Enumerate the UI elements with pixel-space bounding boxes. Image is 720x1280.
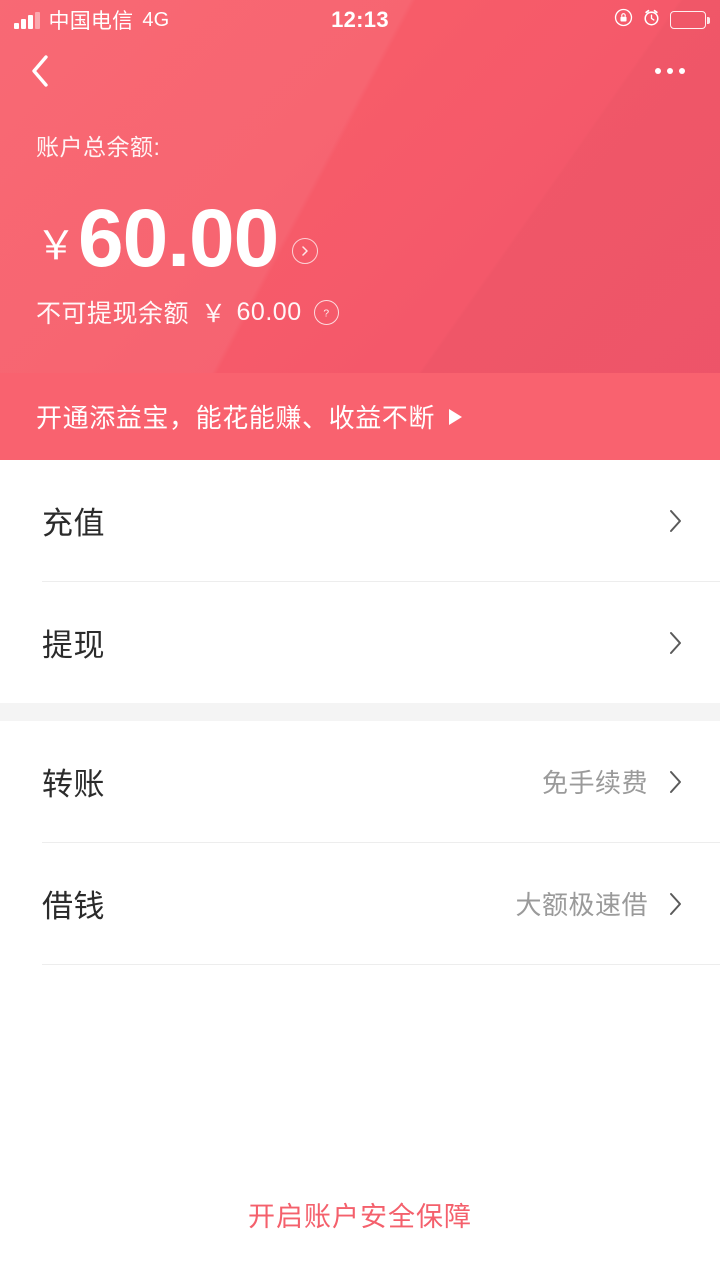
balance-amount: 60.00 <box>78 192 279 284</box>
chevron-left-icon <box>32 55 48 87</box>
carrier-name: 中国电信 <box>48 10 134 33</box>
more-dots-icon <box>655 68 661 74</box>
question-circle-icon: ? <box>323 308 329 319</box>
status-bar-right <box>420 8 710 32</box>
non-withdrawable-amount: 60.00 <box>236 297 302 326</box>
menu-group-1: 充值 提现 <box>0 460 720 703</box>
network-type: 4G <box>142 8 170 31</box>
balance-amount-row: ￥ 60.00 <box>36 190 684 284</box>
row-value: 大额极速借 <box>515 890 648 920</box>
balance-detail-button[interactable] <box>292 238 319 264</box>
group-separator <box>0 703 720 721</box>
menu-row-withdraw[interactable]: 提现 <box>0 582 720 703</box>
menu-row-borrow[interactable]: 借钱 大额极速借 <box>0 843 720 964</box>
more-options-button[interactable] <box>644 51 696 91</box>
balance-area: 账户总余额: ￥ 60.00 不可提现余额 ￥ 60.00 ? <box>0 128 720 330</box>
menu-group-2: 转账 免手续费 借钱 大额极速借 <box>0 721 720 965</box>
row-label: 提现 <box>42 628 105 663</box>
more-dots-icon <box>679 68 685 74</box>
non-withdrawable-currency: ￥ <box>201 300 227 328</box>
svg-text:?: ? <box>323 308 329 319</box>
account-security-link[interactable]: 开启账户安全保障 <box>0 1195 720 1280</box>
menu-row-transfer[interactable]: 转账 免手续费 <box>0 721 720 842</box>
row-label: 借钱 <box>42 889 105 924</box>
row-label: 转账 <box>42 767 105 802</box>
row-label: 充值 <box>42 506 105 541</box>
play-triangle-icon <box>449 408 463 425</box>
rotation-lock-icon <box>614 8 633 32</box>
content-spacer <box>0 965 720 1195</box>
balance-label: 账户总余额: <box>36 134 161 160</box>
non-withdrawable-balance-row: 不可提现余额 ￥ 60.00 ? <box>36 294 684 330</box>
chevron-right-icon <box>668 629 684 657</box>
chevron-right-icon <box>668 507 684 535</box>
menu-row-recharge[interactable]: 充值 <box>0 460 720 581</box>
nav-bar <box>0 40 720 102</box>
promo-banner-text: 开通添益宝，能花能赚、收益不断 <box>36 403 436 433</box>
status-bar: 中国电信 4G 12:13 <box>0 0 720 40</box>
balance-header: 中国电信 4G 12:13 账户总余额: ￥ 60.00 不可提现余额 ￥ 60… <box>0 0 720 373</box>
chevron-right-circle-icon <box>302 246 308 256</box>
row-value: 免手续费 <box>541 768 648 798</box>
back-button[interactable] <box>28 51 68 91</box>
wallet-screen: 中国电信 4G 12:13 账户总余额: ￥ 60.00 不可提现余额 ￥ 60… <box>0 0 720 1280</box>
more-dots-icon <box>667 68 673 74</box>
currency-symbol: ￥ <box>36 224 76 268</box>
balance-help-button[interactable]: ? <box>313 299 339 325</box>
chevron-right-icon <box>668 890 684 918</box>
status-bar-clock: 12:13 <box>331 7 389 32</box>
battery-icon <box>670 11 710 29</box>
promo-banner[interactable]: 开通添益宝，能花能赚、收益不断 <box>0 373 720 460</box>
signal-bars-icon <box>14 11 40 29</box>
chevron-right-icon <box>668 768 684 796</box>
non-withdrawable-label: 不可提现余额 <box>36 300 190 328</box>
status-bar-left: 中国电信 4G <box>14 5 300 35</box>
alarm-clock-icon <box>642 8 661 32</box>
